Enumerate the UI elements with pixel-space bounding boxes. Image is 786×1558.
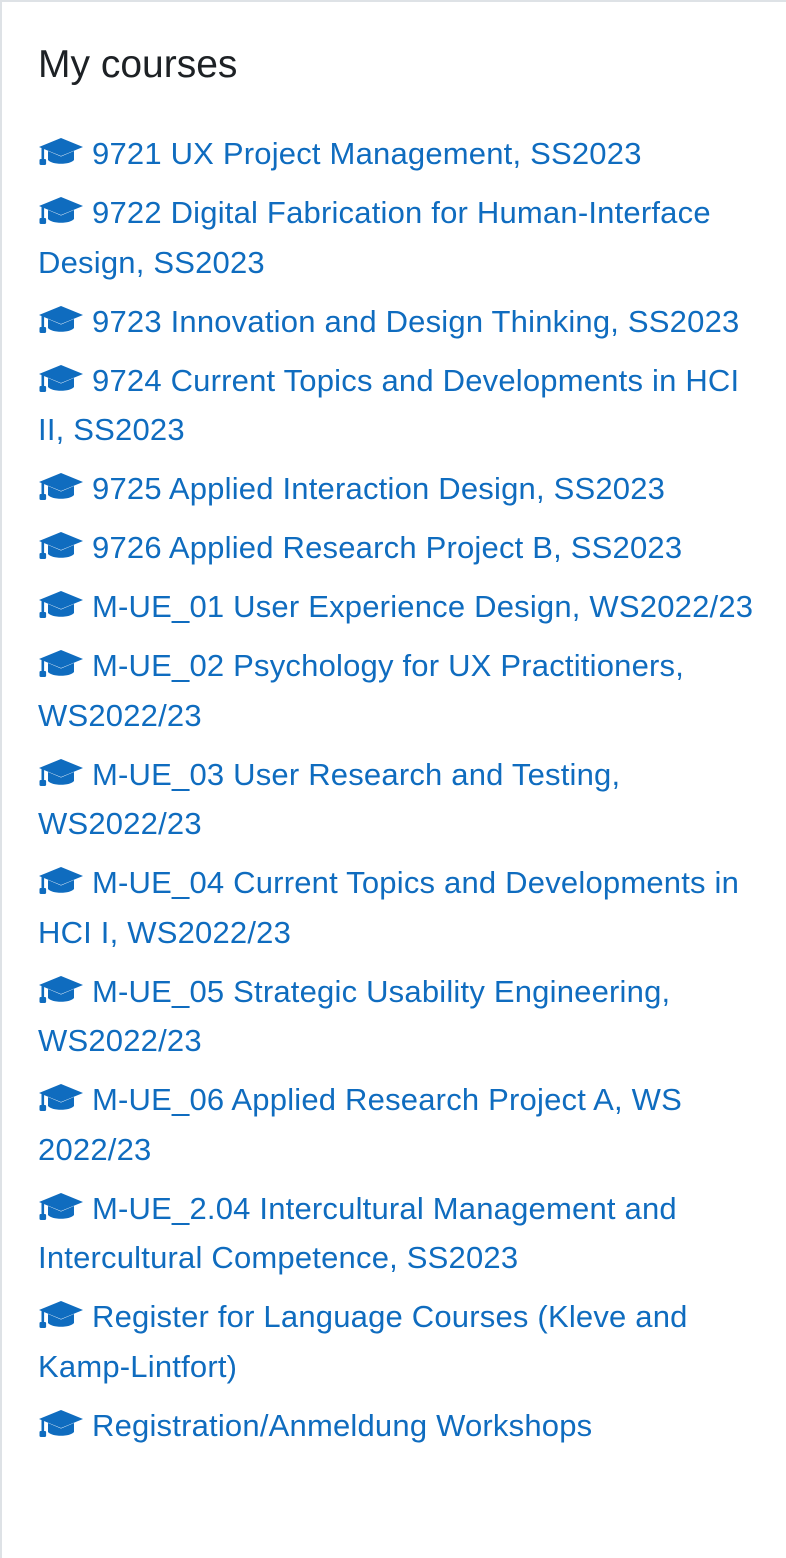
course-label: M-UE_02 Psychology for UX Practitioners,… xyxy=(38,648,685,733)
my-courses-block: My courses 9721 UX Project Management, S… xyxy=(0,0,786,1558)
course-label: Registration/Anmeldung Workshops xyxy=(92,1407,593,1443)
course-link[interactable]: M-UE_05 Strategic Usability Engineering,… xyxy=(38,967,768,1066)
graduation-cap-icon xyxy=(38,196,84,226)
graduation-cap-icon xyxy=(38,1083,84,1113)
course-link[interactable]: 9724 Current Topics and Developments in … xyxy=(38,356,768,455)
course-label: M-UE_06 Applied Research Project A, WS 2… xyxy=(38,1082,682,1167)
course-label: 9725 Applied Interaction Design, SS2023 xyxy=(92,471,666,506)
course-link[interactable]: Registration/Anmeldung Workshops xyxy=(38,1401,768,1451)
graduation-cap-icon xyxy=(38,590,84,620)
course-link[interactable]: M-UE_04 Current Topics and Developments … xyxy=(38,858,768,957)
graduation-cap-icon xyxy=(38,1409,84,1439)
list-item: M-UE_03 User Research and Testing, WS202… xyxy=(38,750,768,849)
list-item: 9725 Applied Interaction Design, SS2023 xyxy=(38,464,768,514)
graduation-cap-icon xyxy=(38,472,84,502)
course-link[interactable]: 9722 Digital Fabrication for Human-Inter… xyxy=(38,188,768,287)
course-label: 9724 Current Topics and Developments in … xyxy=(38,362,740,448)
course-link[interactable]: M-UE_02 Psychology for UX Practitioners,… xyxy=(38,641,768,740)
course-label: M-UE_04 Current Topics and Developments … xyxy=(38,865,740,950)
graduation-cap-icon xyxy=(38,1300,84,1330)
course-link[interactable]: 9723 Innovation and Design Thinking, SS2… xyxy=(38,297,768,347)
course-list: 9721 UX Project Management, SS2023 9722 … xyxy=(38,129,768,1460)
course-label: 9726 Applied Research Project B, SS2023 xyxy=(92,530,683,565)
list-item: 9724 Current Topics and Developments in … xyxy=(38,356,768,455)
course-label: M-UE_2.04 Intercultural Management and I… xyxy=(38,1190,677,1276)
course-label: 9721 UX Project Management, SS2023 xyxy=(92,136,642,171)
list-item: Registration/Anmeldung Workshops xyxy=(38,1401,768,1451)
graduation-cap-icon xyxy=(38,1192,84,1222)
course-label: M-UE_03 User Research and Testing, WS202… xyxy=(38,756,621,842)
graduation-cap-icon xyxy=(38,866,84,896)
course-link[interactable]: 9721 UX Project Management, SS2023 xyxy=(38,129,768,179)
list-item: M-UE_04 Current Topics and Developments … xyxy=(38,858,768,957)
list-item: 9723 Innovation and Design Thinking, SS2… xyxy=(38,297,768,347)
course-link[interactable]: M-UE_2.04 Intercultural Management and I… xyxy=(38,1184,768,1283)
list-item: M-UE_05 Strategic Usability Engineering,… xyxy=(38,967,768,1066)
graduation-cap-icon xyxy=(38,531,84,561)
graduation-cap-icon xyxy=(38,649,84,679)
course-label: M-UE_01 User Experience Design, WS2022/2… xyxy=(92,589,754,624)
graduation-cap-icon xyxy=(38,305,84,335)
course-link[interactable]: Register for Language Courses (Kleve and… xyxy=(38,1292,768,1391)
course-link[interactable]: M-UE_01 User Experience Design, WS2022/2… xyxy=(38,582,768,632)
list-item: 9726 Applied Research Project B, SS2023 xyxy=(38,523,768,573)
list-item: 9722 Digital Fabrication for Human-Inter… xyxy=(38,188,768,287)
list-item: M-UE_01 User Experience Design, WS2022/2… xyxy=(38,582,768,632)
list-item: M-UE_02 Psychology for UX Practitioners,… xyxy=(38,641,768,740)
course-label: 9723 Innovation and Design Thinking, SS2… xyxy=(92,303,740,339)
course-link[interactable]: 9726 Applied Research Project B, SS2023 xyxy=(38,523,768,573)
list-item: M-UE_06 Applied Research Project A, WS 2… xyxy=(38,1075,768,1174)
list-item: M-UE_2.04 Intercultural Management and I… xyxy=(38,1184,768,1283)
course-link[interactable]: 9725 Applied Interaction Design, SS2023 xyxy=(38,464,768,514)
graduation-cap-icon xyxy=(38,758,84,788)
course-link[interactable]: M-UE_06 Applied Research Project A, WS 2… xyxy=(38,1075,768,1174)
course-label: 9722 Digital Fabrication for Human-Inter… xyxy=(38,195,711,280)
course-link[interactable]: M-UE_03 User Research and Testing, WS202… xyxy=(38,750,768,849)
list-item: Register for Language Courses (Kleve and… xyxy=(38,1292,768,1391)
graduation-cap-icon xyxy=(38,975,84,1005)
list-item: 9721 UX Project Management, SS2023 xyxy=(38,129,768,179)
course-label: Register for Language Courses (Kleve and… xyxy=(38,1299,688,1384)
block-title: My courses xyxy=(38,43,238,86)
graduation-cap-icon xyxy=(38,364,84,394)
course-label: M-UE_05 Strategic Usability Engineering,… xyxy=(38,973,671,1059)
graduation-cap-icon xyxy=(38,137,84,167)
